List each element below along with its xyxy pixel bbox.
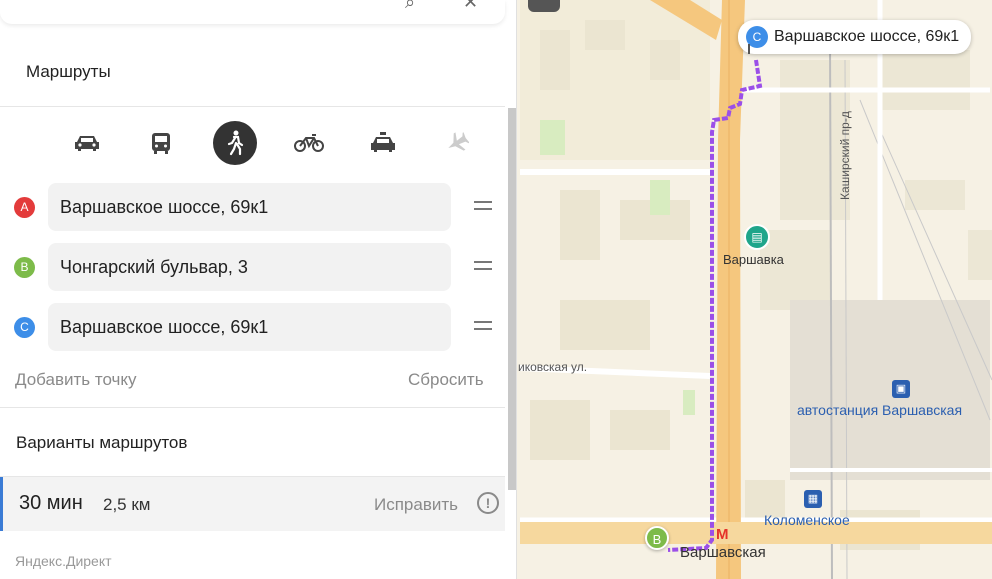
route-point-b: B (0, 243, 505, 291)
add-point-button[interactable]: Добавить точку (15, 370, 137, 390)
divider (0, 106, 505, 107)
yandex-direct-label: Яндекс.Директ (15, 553, 112, 569)
mode-walk-button[interactable] (198, 120, 272, 166)
point-a-input[interactable] (48, 183, 451, 231)
pin-b-marker[interactable]: B (645, 526, 669, 550)
point-b-badge: B (14, 257, 35, 278)
label-varshavka: Варшавка (723, 252, 784, 267)
route-distance: 2,5 км (103, 495, 151, 514)
transport-modes (50, 120, 494, 166)
drag-handle-icon[interactable] (474, 261, 492, 275)
mode-bike-button[interactable] (272, 120, 346, 166)
bus-icon (152, 133, 170, 154)
taxi-icon (371, 132, 395, 152)
shopping-poi-icon[interactable]: ▤ (744, 224, 770, 250)
point-c-badge: C (14, 317, 35, 338)
pin-c-tail (748, 44, 750, 54)
walking-icon (227, 130, 244, 156)
kolomenskoye-station-icon[interactable]: ▦ (804, 490, 822, 508)
variants-title: Варианты маршрутов (16, 433, 188, 452)
route-point-c: C (0, 303, 505, 351)
mode-plane-button[interactable] (420, 120, 494, 166)
route-point-a: A (0, 183, 505, 231)
sidebar-panel: ⌕ ✕ Маршруты A B C (0, 0, 517, 579)
info-icon[interactable]: ! (477, 492, 499, 514)
point-c-input[interactable] (48, 303, 451, 351)
destination-callout[interactable]: C Варшавское шоссе, 69к1 (738, 20, 972, 54)
route-time: 30 мин (19, 492, 83, 514)
mode-car-button[interactable] (50, 120, 124, 166)
search-bar[interactable]: ⌕ ✕ (0, 0, 505, 24)
drag-handle-icon[interactable] (474, 201, 492, 215)
reset-button[interactable]: Сбросить (408, 370, 484, 390)
bus-station-icon[interactable]: ▣ (892, 380, 910, 398)
point-a-badge: A (14, 197, 35, 218)
fix-route-button[interactable]: Исправить (374, 495, 458, 515)
metro-icon: M (716, 526, 729, 543)
scrollbar[interactable] (508, 108, 516, 490)
label-kashirsky: Каширский пр-д (838, 111, 852, 200)
label-kolomenskoye: Коломенское (764, 512, 850, 528)
plane-icon (448, 132, 469, 151)
mode-bus-button[interactable] (124, 120, 198, 166)
route-option[interactable]: 30 мин 2,5 км Исправить ! (0, 477, 505, 531)
bicycle-icon (294, 134, 324, 152)
close-icon[interactable]: ✕ (463, 0, 478, 13)
search-icon[interactable]: ⌕ (405, 0, 415, 13)
mode-taxi-button[interactable] (346, 120, 420, 166)
label-street: иковская ул. (518, 360, 588, 374)
callout-address: Варшавское шоссе, 69к1 (774, 28, 960, 45)
label-bus-station: автостанция Варшавская (797, 402, 963, 418)
point-b-input[interactable] (48, 243, 451, 291)
map-control-button[interactable] (528, 0, 560, 12)
car-icon (75, 136, 99, 151)
page-title: Маршруты (26, 62, 111, 81)
label-metro-varshavskaya: Варшавская (680, 544, 766, 561)
drag-handle-icon[interactable] (474, 321, 492, 335)
divider (0, 407, 505, 408)
